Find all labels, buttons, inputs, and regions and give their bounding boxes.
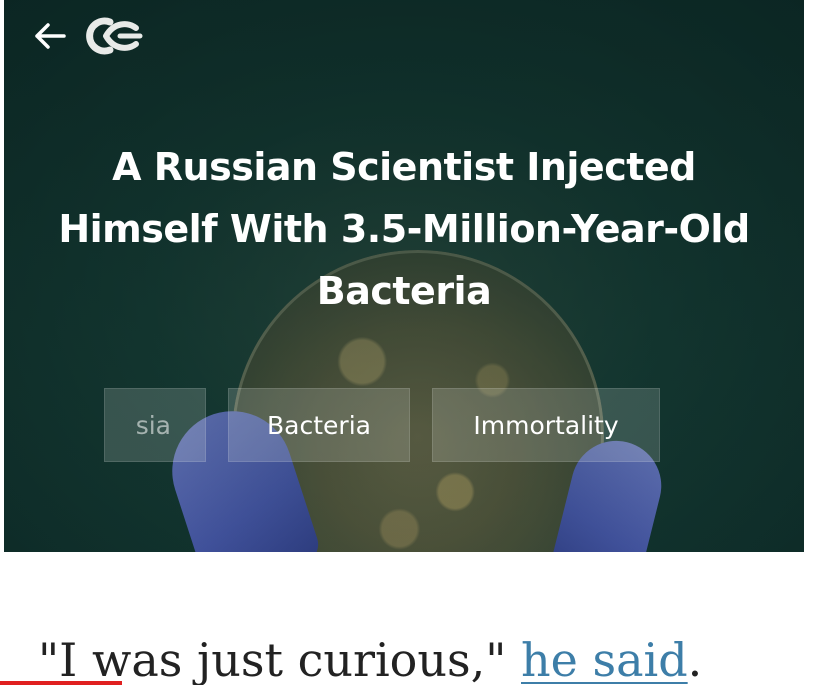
tag-russia[interactable]: sia xyxy=(104,388,206,462)
article-title: A Russian Scientist Injected Himself Wit… xyxy=(58,145,750,313)
tag-immortality[interactable]: Immortality xyxy=(432,388,660,462)
tag-list: sia Bacteria Immortality xyxy=(4,388,804,464)
quote-link[interactable]: he said xyxy=(521,633,688,685)
quote-text: "I was just curious," xyxy=(38,633,521,685)
article-quote: "I was just curious," he said. xyxy=(38,618,702,685)
curiosity-logo-icon[interactable] xyxy=(84,14,146,58)
hero-image: A Russian Scientist Injected Himself Wit… xyxy=(4,0,804,552)
tag-bacteria[interactable]: Bacteria xyxy=(228,388,410,462)
video-progress-bar[interactable] xyxy=(0,681,122,685)
page: A Russian Scientist Injected Himself Wit… xyxy=(0,0,834,685)
quote-end: . xyxy=(687,633,703,685)
arrow-left-icon xyxy=(35,23,66,49)
back-button[interactable] xyxy=(32,18,68,54)
